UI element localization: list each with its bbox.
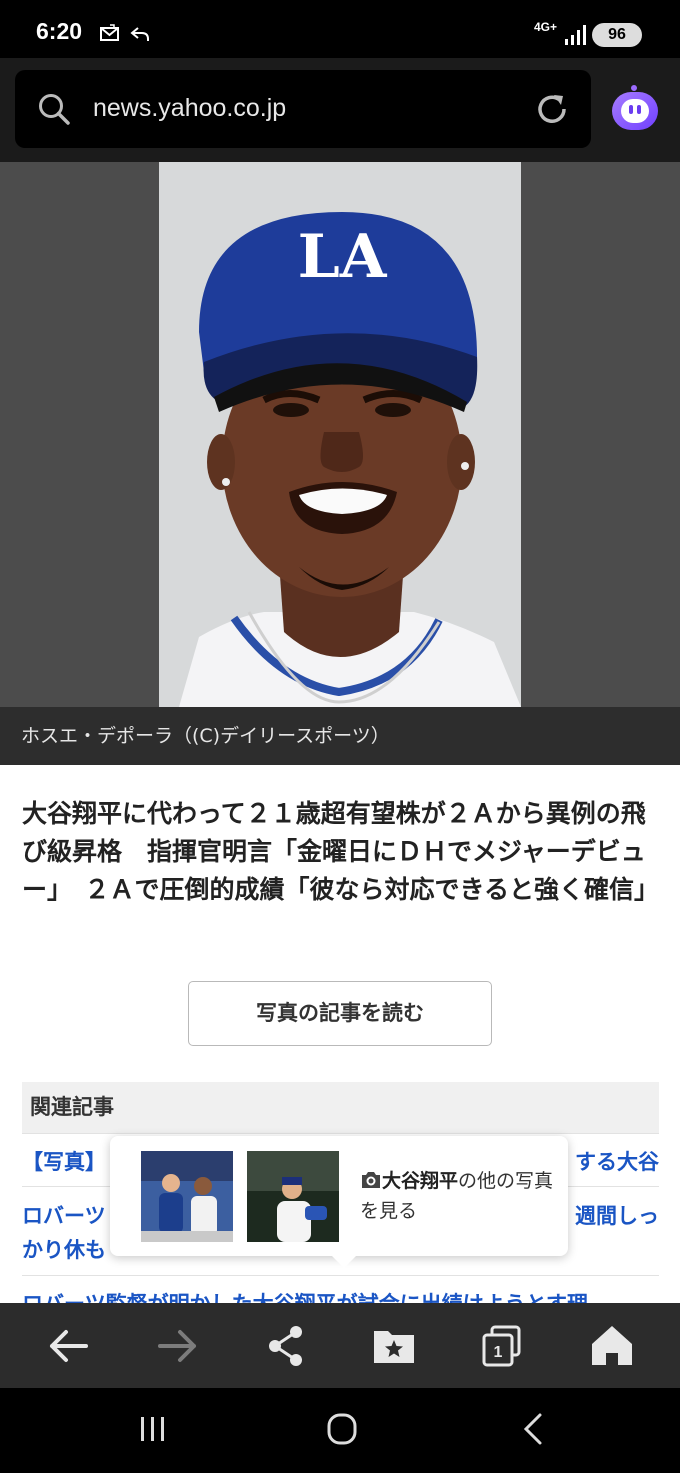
reply-icon — [130, 27, 149, 41]
more-photos-popup[interactable]: 大谷翔平の他の写真を見る — [110, 1136, 568, 1268]
player-photo: LA — [159, 162, 521, 707]
home-icon[interactable] — [587, 1323, 637, 1369]
camera-icon — [362, 1172, 380, 1188]
network-label: 4G+ — [534, 20, 558, 34]
share-icon[interactable] — [261, 1323, 311, 1369]
photo-viewer[interactable]: LA — [0, 162, 680, 707]
back-arrow-icon[interactable] — [44, 1323, 94, 1369]
related-item-right: 週間しっ — [575, 1204, 659, 1228]
photo-caption: ホスエ・デポーラ（(C)デイリースポーツ） — [0, 707, 680, 765]
signal-icon — [565, 25, 586, 45]
article-headline: 大谷翔平に代わって２１歳超有望株が２Ａから異例の飛び級昇格 指揮官明言「金曜日に… — [22, 799, 660, 904]
battery-indicator: 96 — [592, 23, 642, 47]
back-nav-icon[interactable] — [520, 1412, 546, 1446]
related-item-line2: かり休も — [22, 1238, 106, 1262]
home-nav-icon[interactable] — [326, 1412, 358, 1446]
related-item-left: ロバーツ — [22, 1204, 106, 1228]
battery-level: 96 — [608, 26, 626, 43]
url-field[interactable]: news.yahoo.co.jp — [15, 70, 591, 148]
read-article-button[interactable]: 写真の記事を読む — [188, 981, 492, 1046]
status-time: 6:20 — [36, 18, 83, 44]
bookmark-folder-icon[interactable] — [369, 1323, 419, 1369]
bottom-toolbar: 1 — [0, 1303, 680, 1388]
more-photos-name: 大谷翔平 — [382, 1170, 459, 1192]
status-bar: 6:20 4G+ 96 — [0, 0, 680, 58]
photo-thumbnail[interactable] — [247, 1151, 339, 1242]
popup-arrow — [330, 1254, 358, 1268]
search-icon — [39, 94, 70, 125]
browser-bar: news.yahoo.co.jp — [0, 58, 680, 162]
photo-thumbnail[interactable] — [141, 1151, 233, 1242]
url-text: news.yahoo.co.jp — [93, 94, 287, 122]
recent-apps-icon[interactable] — [138, 1414, 168, 1444]
forward-arrow-icon[interactable] — [152, 1323, 202, 1369]
related-item-left: 【写真】 — [22, 1150, 106, 1174]
system-nav-bar — [0, 1388, 680, 1473]
more-photos-text[interactable]: 大谷翔平の他の写真を見る — [360, 1166, 560, 1226]
related-articles-header: 関連記事 — [22, 1082, 659, 1133]
reload-icon[interactable] — [533, 90, 571, 128]
related-item-right: する大谷 — [575, 1150, 659, 1174]
portrait-illustration: LA — [159, 162, 521, 707]
assistant-icon[interactable] — [610, 84, 660, 134]
svg-text:1: 1 — [494, 1344, 503, 1361]
svg-text:LA: LA — [298, 222, 388, 292]
mail-icon — [100, 24, 119, 41]
tabs-icon[interactable]: 1 — [477, 1323, 527, 1369]
